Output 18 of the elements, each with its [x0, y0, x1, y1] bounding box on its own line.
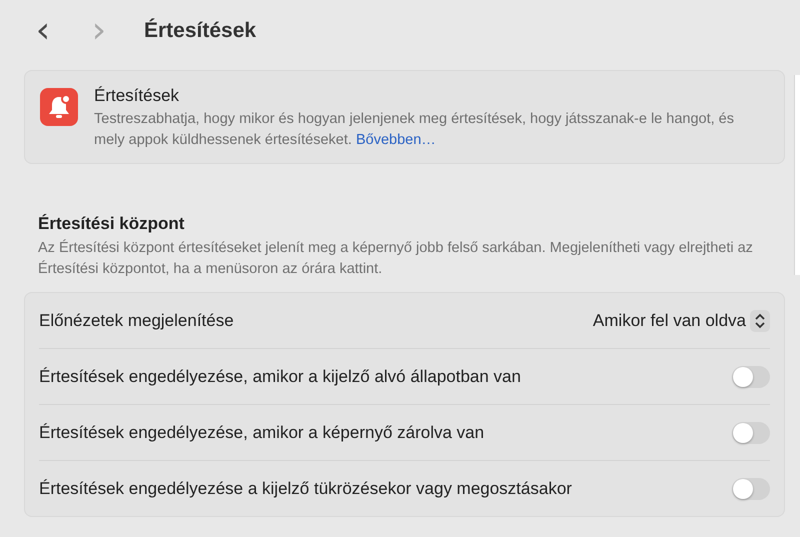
setting-label: Előnézetek megjelenítése: [39, 310, 234, 330]
page-title: Értesítések: [144, 19, 256, 43]
toggle-switch[interactable]: [732, 422, 770, 444]
scrollbar[interactable]: [794, 75, 800, 275]
bell-icon: [40, 88, 78, 126]
setting-label: Értesítések engedélyezése, amikor a képernyő zárolva van: [39, 422, 484, 442]
card-title: Értesítések: [94, 86, 180, 106]
setting-label: Értesítések engedélyezése a kijelző tükrözésekor vagy megosztásakor: [39, 478, 572, 498]
learn-more-link[interactable]: Bővebben…: [356, 132, 436, 148]
back-button[interactable]: ‹: [24, 16, 62, 46]
card-description: Testreszabhatja, hogy mikor és hogyan jelenjenek meg értesítések, hogy játsszanak-e le hangot, és mely appok küldhessenek értesítéseket. Bővebben…: [94, 110, 735, 150]
stepper-icon: [750, 310, 770, 332]
toggle-switch[interactable]: [732, 366, 770, 388]
section-title: Értesítési központ: [38, 214, 186, 234]
setting-label: Értesítések engedélyezése, amikor a kijelző alvó állapotban van: [39, 366, 521, 386]
section-description: Az Értesítési központ értesítéseket jelenít meg a képernyő jobb felső sarkában. Megjelenítheti vagy elrejtheti az Értesítési központot, ha a menüsoron az órára kattint.: [38, 238, 754, 279]
popup-button[interactable]: Amikor fel van oldva: [592, 310, 770, 332]
toggle-switch[interactable]: [732, 478, 770, 500]
